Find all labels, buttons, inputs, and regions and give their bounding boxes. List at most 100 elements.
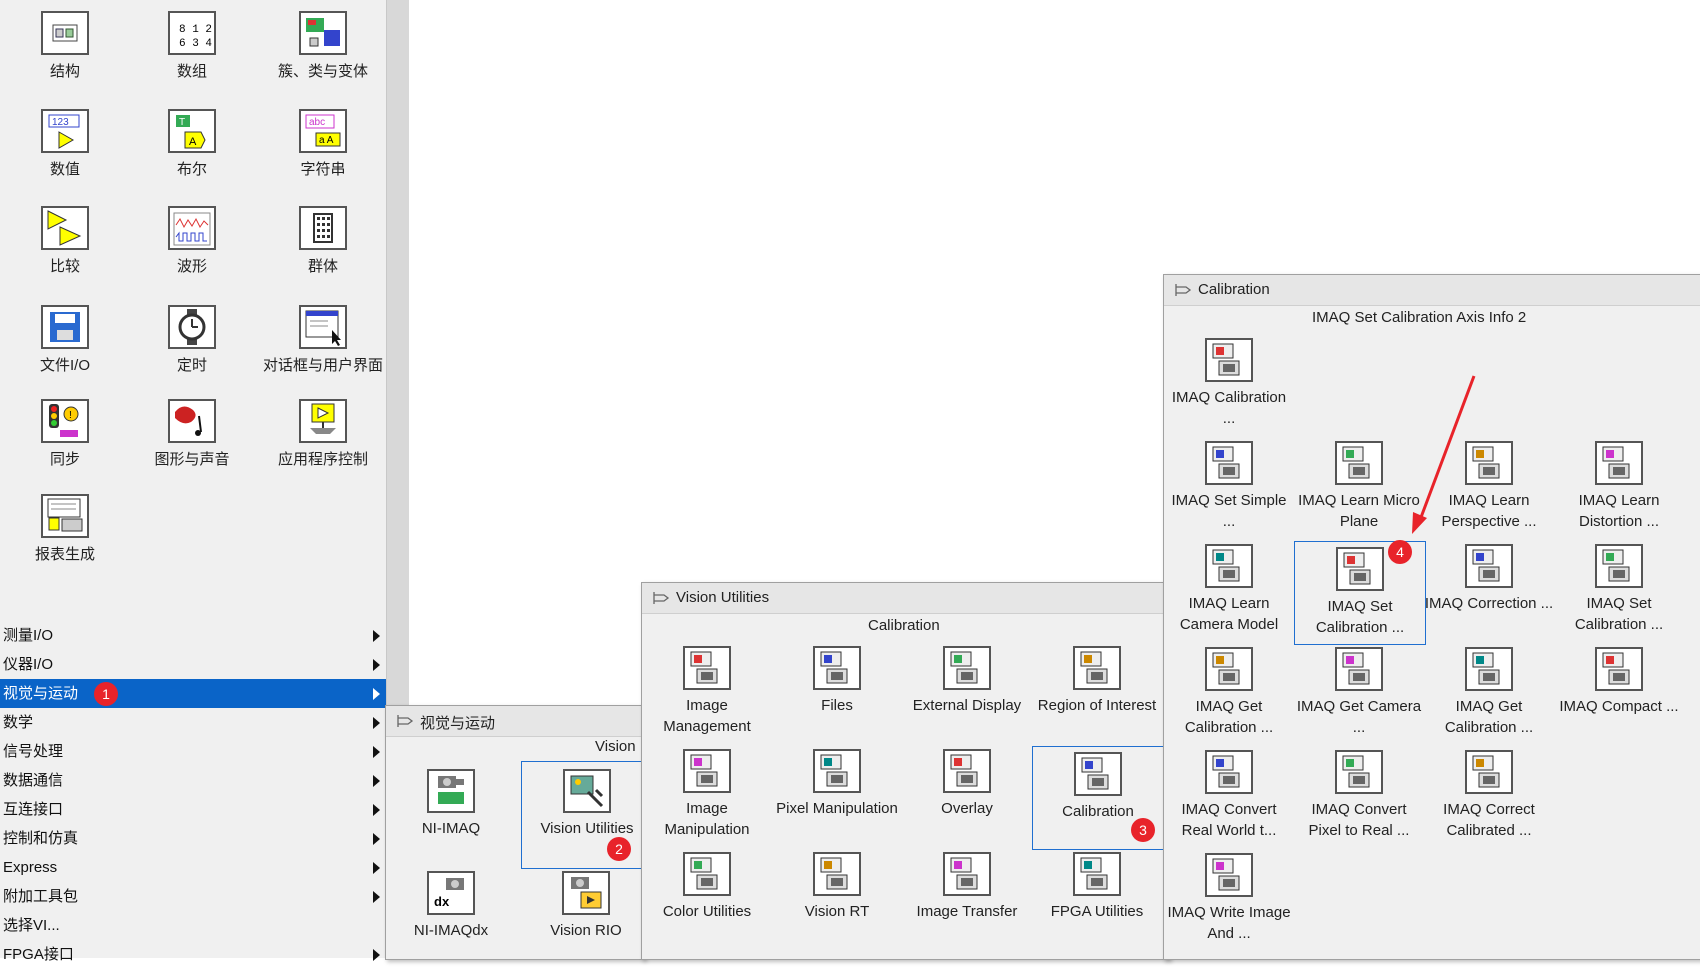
menu-item-signal-processing[interactable]: 信号处理	[0, 737, 386, 766]
palette-item-app-control[interactable]: 应用程序控制	[258, 396, 388, 470]
palette-item-color-utilities[interactable]: Color Utilities	[642, 849, 772, 922]
step-badge-1: 1	[94, 682, 118, 706]
palette-item-image-management[interactable]: Image Management	[642, 643, 772, 737]
palette-item-roi[interactable]: Region of Interest	[1032, 643, 1162, 716]
palette-item-boolean[interactable]: TA 布尔	[127, 106, 257, 180]
palette-item-imaq-compact[interactable]: IMAQ Compact ...	[1554, 644, 1684, 717]
palette-item-imaq-learn-micro-plane[interactable]: IMAQ Learn Micro Plane	[1294, 438, 1424, 532]
palette-item-files[interactable]: Files	[772, 643, 902, 716]
imaq-get-calibration-info-icon	[1464, 644, 1514, 692]
imaq-calibration-icon	[1204, 335, 1254, 383]
palette-label: IMAQ Get Calibration ...	[1444, 698, 1534, 736]
popup-title: Vision Utilities	[676, 589, 770, 606]
palette-item-imaq-set-calibration[interactable]: IMAQ Set Calibration ...	[1554, 541, 1684, 635]
palette-item-vision-utilities[interactable]: Vision Utilities	[521, 761, 653, 869]
palette-item-overlay[interactable]: Overlay	[902, 746, 1032, 819]
palette-label: IMAQ Learn Camera Model	[1179, 595, 1279, 633]
palette-item-imaq-learn-perspective[interactable]: IMAQ Learn Perspective ...	[1424, 438, 1554, 532]
menu-item-express[interactable]: Express	[0, 853, 386, 882]
image-management-icon	[682, 643, 732, 691]
palette-label: 数值	[49, 161, 80, 178]
palette-item-fpga-utilities[interactable]: FPGA Utilities	[1032, 849, 1162, 922]
palette-item-imaq-get-camera[interactable]: IMAQ Get Camera ...	[1294, 644, 1424, 738]
palette-item-numeric[interactable]: 123 数值	[0, 106, 130, 180]
palette-item-string[interactable]: abc a A 字符串	[258, 106, 388, 180]
palette-item-vision-rt[interactable]: Vision RT	[772, 849, 902, 922]
palette-item-structure[interactable]: 结构	[0, 8, 130, 82]
menu-item-measurement-io[interactable]: 测量I/O	[0, 621, 386, 650]
menu-item-addons[interactable]: 附加工具包	[0, 882, 386, 911]
color-utilities-icon	[682, 849, 732, 897]
palette-label: 布尔	[176, 161, 207, 178]
palette-item-imaq-convert-pixel[interactable]: IMAQ Convert Pixel to Real ...	[1294, 747, 1424, 841]
menu-item-label: 仪器I/O	[3, 656, 54, 673]
palette-item-comparison[interactable]: 比较	[0, 203, 130, 277]
palette-item-cluster[interactable]: 簇、类与变体	[258, 8, 388, 82]
pin-icon[interactable]	[396, 714, 414, 728]
timing-icon	[167, 302, 217, 350]
palette-item-sync[interactable]: ! 同步	[0, 396, 130, 470]
palette-item-array[interactable]: 8 1 2 6 3 4 数组	[127, 8, 257, 82]
palette-item-timing[interactable]: 定时	[127, 302, 257, 376]
palette-item-image-transfer[interactable]: Image Transfer	[902, 849, 1032, 922]
submenu-arrow-icon	[373, 659, 380, 671]
palette-item-imaq-set-simple[interactable]: IMAQ Set Simple ...	[1164, 438, 1294, 532]
menu-item-vision-motion[interactable]: 视觉与运动	[0, 679, 386, 708]
menu-item-label: 附加工具包	[3, 888, 79, 905]
palette-item-imaq-correct-calibrated[interactable]: IMAQ Correct Calibrated ...	[1424, 747, 1554, 841]
palette-item-waveform[interactable]: 波形	[127, 203, 257, 277]
palette-label: Image Manipulation	[664, 800, 750, 838]
popup-title: Calibration	[1198, 281, 1270, 298]
svg-text:dx: dx	[434, 894, 450, 909]
calibration-icon	[1073, 749, 1123, 797]
palette-item-file-io[interactable]: 文件I/O	[0, 302, 130, 376]
palette-item-graphics-sound[interactable]: 图形与声音	[127, 396, 257, 470]
menu-item-fpga-interface[interactable]: FPGA接口	[0, 940, 386, 969]
palette-label: IMAQ Set Calibration ...	[1574, 595, 1664, 633]
menu-item-instrument-io[interactable]: 仪器I/O	[0, 650, 386, 679]
menu-item-label: 测量I/O	[3, 627, 54, 644]
palette-item-vision-rio[interactable]: Vision RIO	[521, 868, 651, 941]
image-transfer-icon	[942, 849, 992, 897]
boolean-icon: TA	[167, 106, 217, 154]
pin-icon[interactable]	[1174, 283, 1192, 297]
imaq-set-simple-icon	[1204, 438, 1254, 486]
palette-item-imaq-learn-camera-model[interactable]: IMAQ Learn Camera Model	[1164, 541, 1294, 635]
palette-item-imaq-get-calibration[interactable]: IMAQ Get Calibration ...	[1164, 644, 1294, 738]
palette-label: Files	[821, 697, 853, 714]
file-io-icon	[40, 302, 90, 350]
palette-item-cluster-group[interactable]: 群体	[258, 203, 388, 277]
menu-item-select-vi[interactable]: 选择VI...	[0, 911, 386, 940]
menu-item-connectivity[interactable]: 互连接口	[0, 795, 386, 824]
palette-label: IMAQ Convert Real World t...	[1181, 801, 1277, 839]
palette-item-imaq-correction[interactable]: IMAQ Correction ...	[1424, 541, 1554, 614]
submenu-arrow-icon	[373, 775, 380, 787]
palette-label: FPGA Utilities	[1050, 903, 1144, 920]
palette-item-imaq-calibration[interactable]: IMAQ Calibration ...	[1164, 335, 1294, 429]
comparison-icon	[40, 203, 90, 251]
palette-item-image-manipulation[interactable]: Image Manipulation	[642, 746, 772, 840]
vision-utilities-popup: Vision Utilities Calibration Image Manag…	[641, 582, 1170, 960]
palette-item-ni-imaqdx[interactable]: dx NI-IMAQdx	[386, 868, 516, 941]
palette-item-ni-imaq[interactable]: NI-IMAQ	[386, 766, 516, 839]
palette-item-dialog-ui[interactable]: 对话框与用户界面	[258, 302, 388, 376]
palette-item-imaq-convert-real-world[interactable]: IMAQ Convert Real World t...	[1164, 747, 1294, 841]
palette-label: IMAQ Learn Perspective ...	[1441, 492, 1537, 530]
menu-item-math[interactable]: 数学	[0, 708, 386, 737]
palette-item-imaq-write-image[interactable]: IMAQ Write Image And ...	[1164, 850, 1294, 944]
menu-item-label: 互连接口	[3, 801, 64, 818]
menu-item-label: 选择VI...	[3, 917, 60, 934]
palette-item-imaq-get-calibration-info[interactable]: IMAQ Get Calibration ...	[1424, 644, 1554, 738]
popup-header: Vision Utilities	[642, 583, 1169, 614]
menu-item-data-communication[interactable]: 数据通信	[0, 766, 386, 795]
palette-item-imaq-learn-distortion[interactable]: IMAQ Learn Distortion ...	[1554, 438, 1684, 532]
palette-item-pixel-manipulation[interactable]: Pixel Manipulation	[772, 746, 902, 819]
palette-label: IMAQ Convert Pixel to Real ...	[1308, 801, 1410, 839]
pin-icon[interactable]	[652, 591, 670, 605]
palette-label: 结构	[49, 63, 80, 80]
report-icon	[40, 491, 90, 539]
menu-item-control-simulation[interactable]: 控制和仿真	[0, 824, 386, 853]
submenu-arrow-icon	[373, 688, 380, 700]
palette-item-report[interactable]: 报表生成	[0, 491, 130, 565]
palette-item-external-display[interactable]: External Display	[902, 643, 1032, 716]
